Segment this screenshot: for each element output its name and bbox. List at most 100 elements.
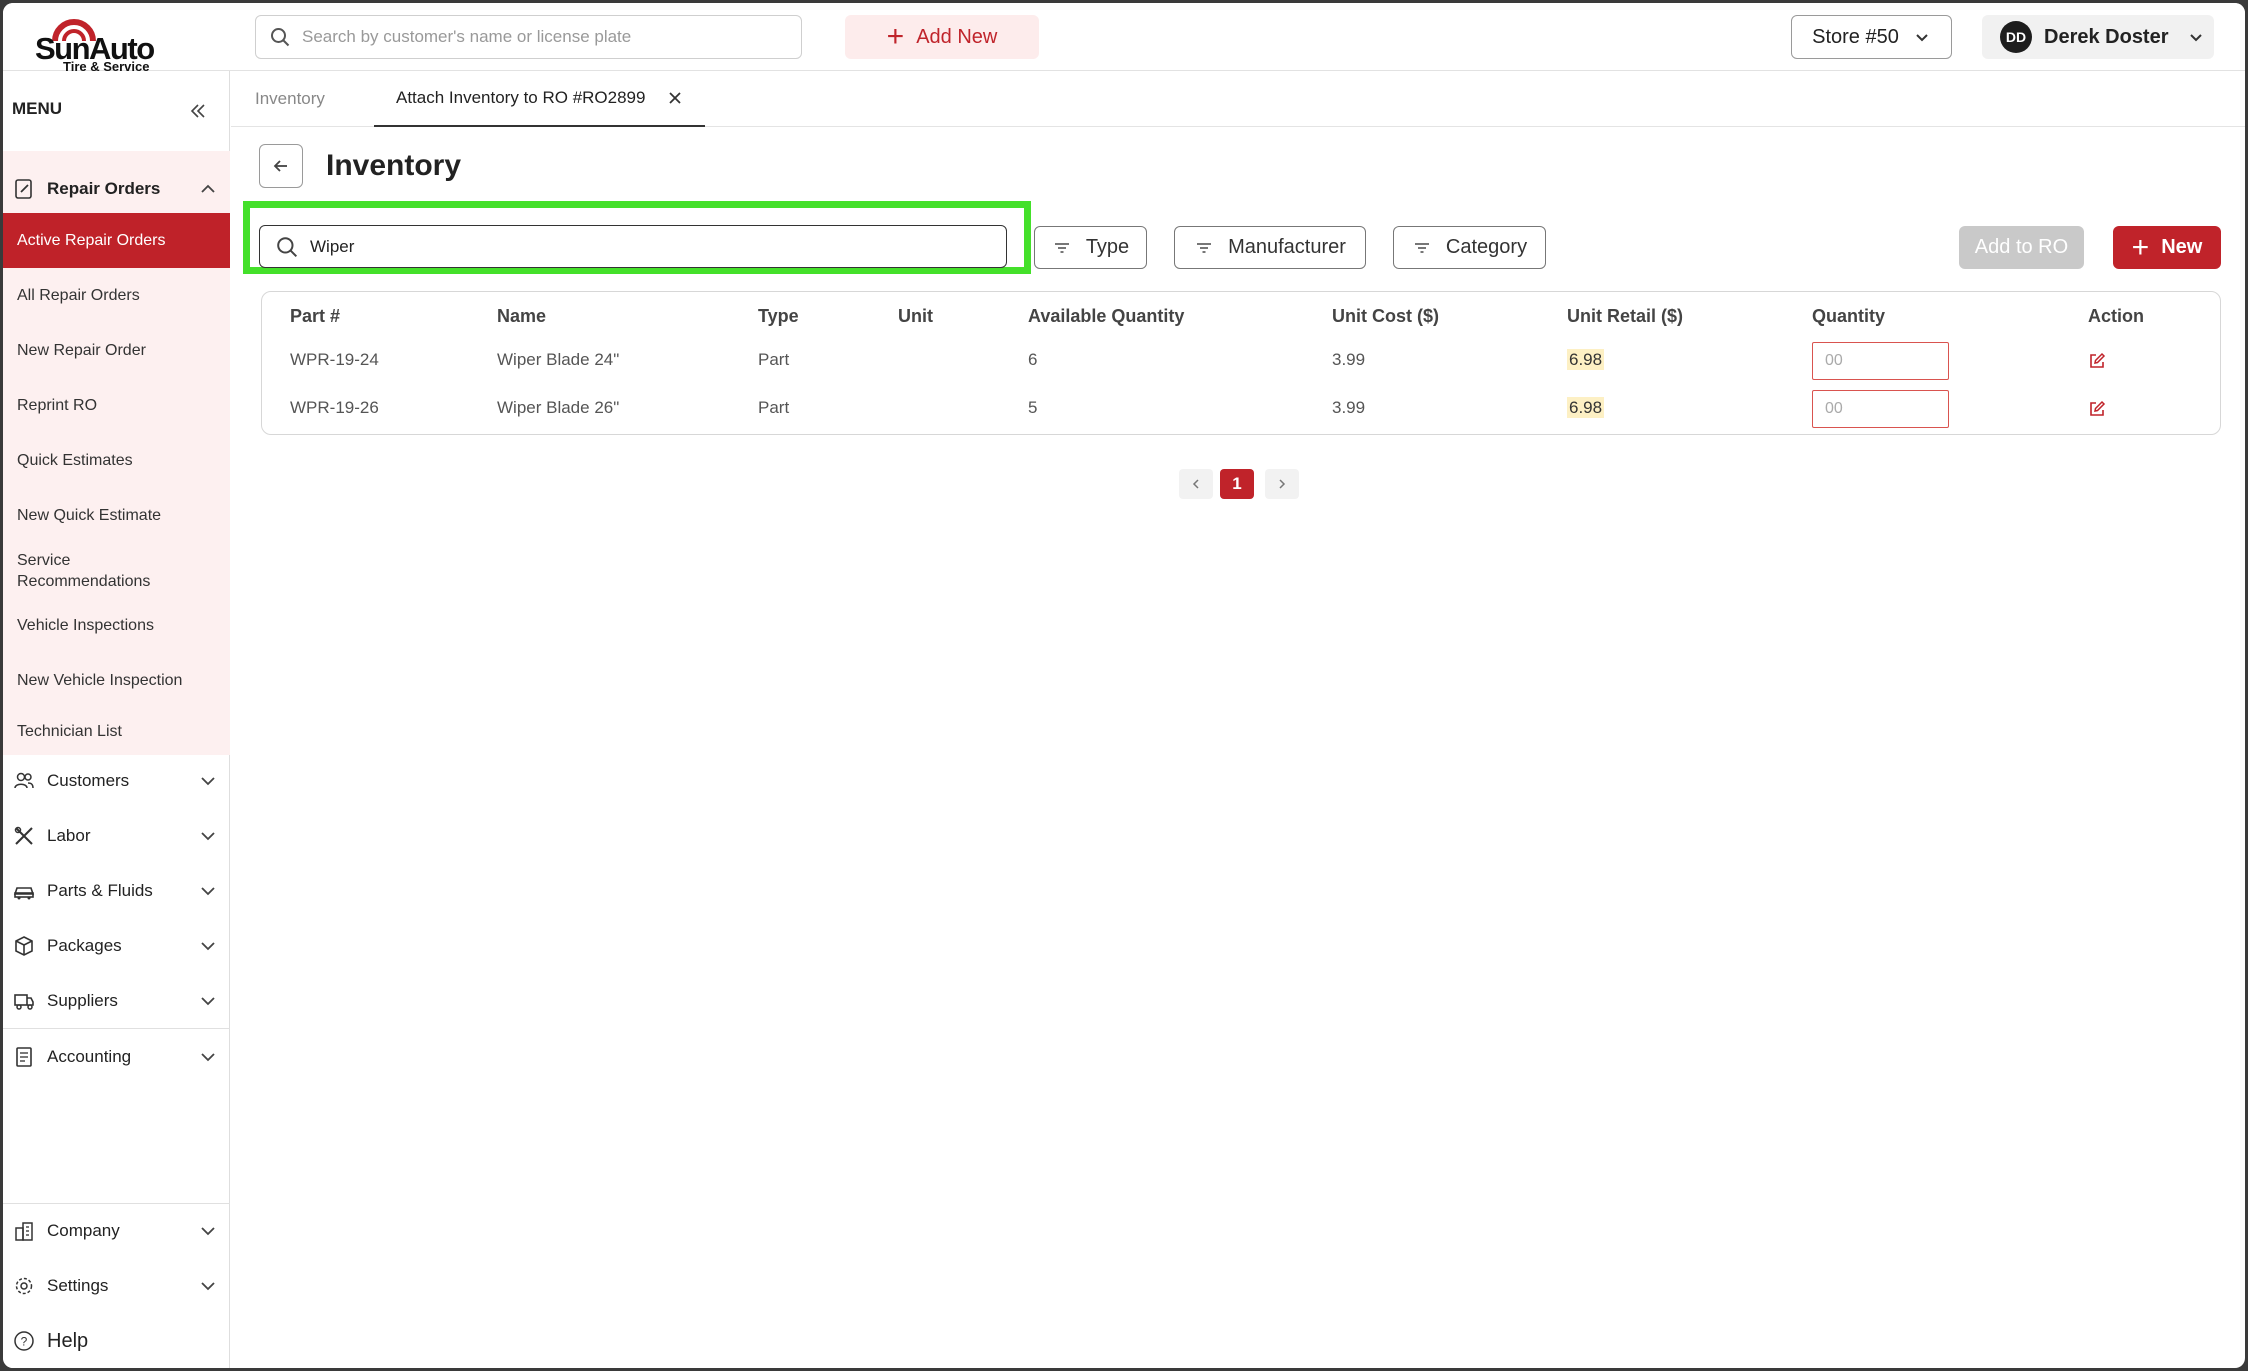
chevron-down-icon	[201, 997, 215, 1006]
filter-label: Category	[1445, 236, 1528, 258]
repair-orders-group: Repair Orders Active Repair Orders All R…	[3, 151, 230, 755]
sidebar-item-label: Quick Estimates	[17, 451, 133, 469]
page-title: Inventory	[326, 149, 462, 182]
sidebar-item-repair-orders[interactable]: Repair Orders	[3, 163, 230, 215]
sidebar-item-label: New Quick Estimate	[17, 506, 162, 524]
box-icon	[15, 936, 33, 956]
column-header: Action	[2088, 306, 2144, 326]
new-label: New	[2161, 236, 2203, 258]
new-item-button[interactable]: + New	[2113, 226, 2221, 269]
plus-icon: +	[886, 20, 905, 53]
chevron-down-icon	[201, 1282, 215, 1291]
sidebar-item-suppliers[interactable]: Suppliers	[3, 975, 230, 1027]
manufacturer-filter-button[interactable]: Manufacturer	[1174, 226, 1366, 269]
sidebar-item-service-recommendations[interactable]: Service Recommendations	[3, 543, 183, 598]
edit-icon[interactable]	[2088, 400, 2106, 418]
search-icon	[277, 236, 298, 257]
help-icon: ?	[14, 1331, 34, 1351]
sidebar-item-active-repair-orders[interactable]: Active Repair Orders	[3, 213, 230, 268]
user-menu[interactable]: DD Derek Doster	[1982, 15, 2214, 59]
unit-cost: 3.99	[1332, 350, 1366, 369]
sidebar-divider	[3, 1028, 230, 1029]
sidebar-item-accounting[interactable]: Accounting	[3, 1031, 230, 1083]
chevron-down-icon	[201, 832, 215, 841]
sidebar-item-reprint-ro[interactable]: Reprint RO	[3, 378, 230, 433]
add-new-button[interactable]: + Add New	[845, 15, 1039, 59]
sidebar-item-packages[interactable]: Packages	[3, 920, 230, 972]
avatar: DD	[2000, 21, 2032, 53]
part-number: WPR-19-26	[290, 398, 379, 417]
next-page-button[interactable]	[1265, 469, 1299, 499]
sidebar: MENU Repair Orders Active Repair Orders …	[3, 71, 230, 1368]
inventory-table: Part # Name Type Unit Available Quantity…	[261, 291, 2221, 435]
sidebar-item-new-vehicle-inspection[interactable]: New Vehicle Inspection	[3, 653, 230, 708]
part-type: Part	[758, 398, 790, 417]
quantity-input[interactable]	[1812, 342, 1949, 380]
sidebar-item-settings[interactable]: Settings	[3, 1260, 230, 1312]
tab-bar: Inventory Attach Inventory to RO #RO2899	[231, 71, 2245, 127]
sidebar-divider	[3, 1203, 230, 1204]
global-search-input[interactable]	[302, 27, 772, 47]
document-edit-icon	[15, 179, 32, 199]
global-search[interactable]	[255, 15, 802, 59]
inventory-search-input[interactable]	[310, 236, 990, 257]
category-filter-button[interactable]: Category	[1393, 226, 1546, 269]
sidebar-item-label: Active Repair Orders	[17, 231, 166, 249]
sidebar-item-help[interactable]: ? Help	[3, 1315, 230, 1367]
tab-inventory[interactable]: Inventory	[255, 71, 325, 127]
sidebar-item-parts-fluids[interactable]: Parts & Fluids	[3, 865, 230, 917]
sidebar-item-label: Settings	[47, 1276, 109, 1295]
unit-retail: 6.98	[1567, 397, 1605, 418]
sidebar-item-all-repair-orders[interactable]: All Repair Orders	[3, 268, 230, 323]
add-new-label: Add New	[916, 25, 998, 48]
sidebar-item-label: Parts & Fluids	[47, 881, 153, 900]
close-icon[interactable]	[667, 90, 683, 106]
filter-icon	[1414, 242, 1429, 253]
page-number-button[interactable]: 1	[1220, 469, 1254, 499]
column-header: Available Quantity	[1028, 306, 1185, 326]
plus-icon: +	[2131, 230, 2150, 264]
chevron-left-icon	[1192, 479, 1199, 489]
sidebar-item-company[interactable]: Company	[3, 1205, 230, 1257]
top-bar: SunAuto Tire & Service + Add New Store #…	[3, 3, 2245, 74]
sidebar-item-quick-estimates[interactable]: Quick Estimates	[3, 433, 230, 488]
arrow-left-icon	[273, 160, 287, 172]
collapse-sidebar-icon[interactable]	[188, 101, 208, 121]
back-button[interactable]	[259, 144, 303, 188]
inventory-search[interactable]	[259, 225, 1007, 268]
part-number: WPR-19-24	[290, 350, 379, 369]
tab-label: Inventory	[255, 89, 325, 108]
sidebar-item-technician-list[interactable]: Technician List	[3, 708, 230, 755]
search-icon	[271, 28, 290, 47]
prev-page-button[interactable]	[1179, 469, 1213, 499]
type-filter-button[interactable]: Type	[1034, 226, 1147, 269]
truck-icon	[14, 994, 34, 1010]
sidebar-item-label: All Repair Orders	[17, 286, 140, 304]
chevron-up-icon	[201, 184, 215, 193]
building-icon	[15, 1222, 33, 1241]
chevron-down-icon	[201, 942, 215, 951]
sidebar-item-label: Labor	[47, 826, 91, 845]
quantity-input[interactable]	[1812, 390, 1949, 428]
store-selector[interactable]: Store #50	[1791, 15, 1952, 59]
sidebar-item-label: Service Recommendations	[17, 551, 151, 590]
sidebar-item-labor[interactable]: Labor	[3, 810, 230, 862]
tab-attach-inventory[interactable]: Attach Inventory to RO #RO2899	[374, 71, 706, 127]
sidebar-item-new-repair-order[interactable]: New Repair Order	[3, 323, 230, 378]
chevron-down-icon	[201, 887, 215, 896]
filter-icon	[1054, 242, 1069, 253]
edit-icon[interactable]	[2088, 352, 2106, 370]
sidebar-item-vehicle-inspections[interactable]: Vehicle Inspections	[3, 598, 230, 653]
sidebar-item-new-quick-estimate[interactable]: New Quick Estimate	[3, 488, 230, 543]
sidebar-item-customers[interactable]: Customers	[3, 755, 230, 807]
add-to-ro-label: Add to RO	[1974, 236, 2069, 258]
logo[interactable]: SunAuto Tire & Service	[33, 11, 158, 74]
add-to-ro-button[interactable]: Add to RO	[1959, 226, 2084, 269]
app-window: SunAuto Tire & Service + Add New Store #…	[3, 3, 2245, 1368]
tab-label: Attach Inventory to RO #RO2899	[396, 88, 646, 107]
filter-label: Manufacturer	[1228, 236, 1346, 258]
menu-heading: MENU	[12, 99, 63, 118]
available-quantity: 6	[1028, 350, 1038, 369]
sidebar-item-label: Technician List	[17, 722, 122, 740]
sidebar-item-label: New Repair Order	[17, 341, 146, 359]
